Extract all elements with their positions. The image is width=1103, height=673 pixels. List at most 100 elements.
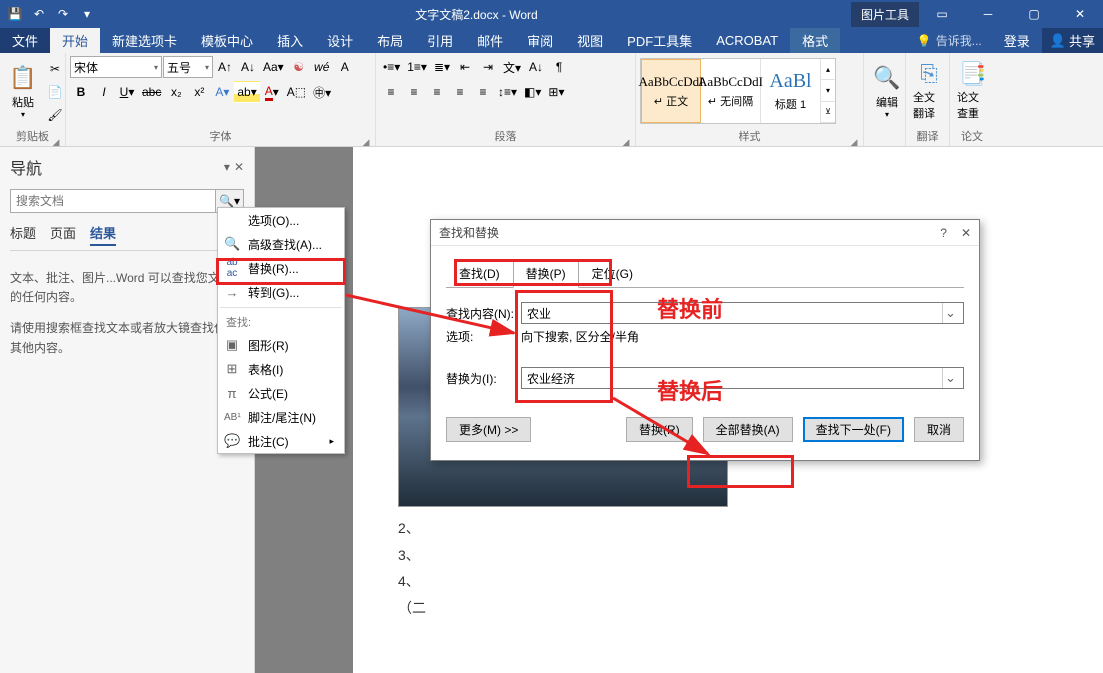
menu-options[interactable]: 选项(O)... xyxy=(218,208,344,232)
tab-home[interactable]: 开始 xyxy=(50,28,100,53)
tab-format[interactable]: 格式 xyxy=(790,28,840,53)
paper-check-button[interactable]: 📑论文查重 xyxy=(954,56,992,124)
clipboard-launcher[interactable]: ◢ xyxy=(51,135,61,145)
style-nospacing[interactable]: AaBbCcDdI↵ 无间隔 xyxy=(701,59,761,123)
numbering-button[interactable]: 1≡▾ xyxy=(404,56,430,78)
cut-button[interactable]: ✂ xyxy=(44,58,66,80)
translate-button[interactable]: ⎘全文翻译 xyxy=(910,56,948,124)
redo-button[interactable]: ↷ xyxy=(52,3,74,25)
distributed-button[interactable]: ≡ xyxy=(472,81,494,103)
dlg-tab-find[interactable]: 查找(D) xyxy=(446,259,513,288)
menu-find-tables[interactable]: ⊞表格(I) xyxy=(218,357,344,381)
highlight-button[interactable]: ab▾ xyxy=(234,81,259,103)
align-left-button[interactable]: ≡ xyxy=(380,81,402,103)
sort-button[interactable]: A↓ xyxy=(525,56,547,78)
asian-layout-button[interactable]: 文▾ xyxy=(500,56,524,78)
underline-button[interactable]: U▾ xyxy=(116,81,138,103)
find-next-button[interactable]: 查找下一处(F) xyxy=(803,417,904,442)
login-button[interactable]: 登录 xyxy=(992,28,1042,53)
format-painter-button[interactable]: 🖌 xyxy=(44,104,66,126)
dlg-tab-replace[interactable]: 替换(P) xyxy=(513,259,579,288)
nav-search-input[interactable] xyxy=(11,190,215,212)
menu-find-comments[interactable]: 💬批注(C)▸ xyxy=(218,429,344,453)
line-spacing-button[interactable]: ↕≡▾ xyxy=(495,81,520,103)
bold-button[interactable]: B xyxy=(70,81,92,103)
justify-button[interactable]: ≡ xyxy=(449,81,471,103)
share-button[interactable]: 👤共享 xyxy=(1042,28,1103,53)
indent-left-button[interactable]: ⇤ xyxy=(454,56,476,78)
nav-tab-headings[interactable]: 标题 xyxy=(10,223,36,246)
change-case-button[interactable]: Aa▾ xyxy=(260,56,287,78)
undo-button[interactable]: ↶ xyxy=(28,3,50,25)
char-border-button[interactable]: A xyxy=(334,56,356,78)
char-shading-button[interactable]: A⬚ xyxy=(284,81,309,103)
bullets-button[interactable]: •≡▾ xyxy=(380,56,403,78)
styles-launcher[interactable]: ◢ xyxy=(849,135,859,145)
tab-new[interactable]: 新建选项卡 xyxy=(100,28,189,53)
font-launcher[interactable]: ◢ xyxy=(361,135,371,145)
clear-format-button[interactable]: wé xyxy=(311,56,333,78)
tab-insert[interactable]: 插入 xyxy=(265,28,315,53)
strikethrough-button[interactable]: abc xyxy=(139,81,164,103)
tab-review[interactable]: 审阅 xyxy=(515,28,565,53)
multilevel-button[interactable]: ≣▾ xyxy=(431,56,453,78)
indent-right-button[interactable]: ⇥ xyxy=(477,56,499,78)
tab-view[interactable]: 视图 xyxy=(565,28,615,53)
style-more[interactable]: ⊻ xyxy=(821,102,835,123)
grow-font-button[interactable]: A↑ xyxy=(214,56,236,78)
italic-button[interactable]: I xyxy=(93,81,115,103)
tab-mailings[interactable]: 邮件 xyxy=(465,28,515,53)
dialog-close[interactable]: ✕ xyxy=(961,226,971,240)
align-center-button[interactable]: ≡ xyxy=(403,81,425,103)
tellme-search[interactable]: 💡告诉我... xyxy=(907,28,992,53)
copy-button[interactable]: 📄 xyxy=(44,81,66,103)
ribbon-options-button[interactable]: ▭ xyxy=(919,0,965,28)
font-name-combo[interactable]: 宋体▾ xyxy=(70,56,162,78)
more-button[interactable]: 更多(M) >> xyxy=(446,417,531,442)
nav-dropdown[interactable]: ▾ xyxy=(224,160,230,174)
font-color-button[interactable]: A▾ xyxy=(261,81,283,103)
style-scroll-down[interactable]: ▾ xyxy=(821,80,835,101)
borders-button[interactable]: ⊞▾ xyxy=(545,81,567,103)
paragraph-launcher[interactable]: ◢ xyxy=(621,135,631,145)
tab-pdf[interactable]: PDF工具集 xyxy=(615,28,704,53)
dlg-tab-goto[interactable]: 定位(G) xyxy=(579,259,646,288)
text-effects-button[interactable]: A▾ xyxy=(211,81,233,103)
tab-references[interactable]: 引用 xyxy=(415,28,465,53)
align-right-button[interactable]: ≡ xyxy=(426,81,448,103)
nav-tab-pages[interactable]: 页面 xyxy=(50,223,76,246)
minimize-button[interactable]: ─ xyxy=(965,0,1011,28)
replace-with-input[interactable]: 农业经济⌄ xyxy=(521,367,964,389)
shrink-font-button[interactable]: A↓ xyxy=(237,56,259,78)
menu-replace[interactable]: abac替换(R)... xyxy=(218,256,344,280)
nav-close[interactable]: ✕ xyxy=(234,160,244,174)
menu-advanced-find[interactable]: 🔍高级查找(A)... xyxy=(218,232,344,256)
paste-button[interactable]: 📋粘贴▾ xyxy=(4,56,42,124)
close-button[interactable]: ✕ xyxy=(1057,0,1103,28)
cancel-button[interactable]: 取消 xyxy=(914,417,964,442)
maximize-button[interactable]: ▢ xyxy=(1011,0,1057,28)
style-heading1[interactable]: AaBl标题 1 xyxy=(761,59,821,123)
save-button[interactable]: 💾 xyxy=(4,3,26,25)
superscript-button[interactable]: x² xyxy=(188,81,210,103)
tab-design[interactable]: 设计 xyxy=(315,28,365,53)
tab-layout[interactable]: 布局 xyxy=(365,28,415,53)
phonetic-guide-button[interactable]: ☯ xyxy=(288,56,310,78)
font-size-combo[interactable]: 五号▾ xyxy=(163,56,213,78)
replace-all-button[interactable]: 全部替换(A) xyxy=(703,417,793,442)
show-marks-button[interactable]: ¶ xyxy=(548,56,570,78)
editing-button[interactable]: 🔍编辑▾ xyxy=(868,56,906,124)
subscript-button[interactable]: x₂ xyxy=(165,81,187,103)
shading-button[interactable]: ◧▾ xyxy=(521,81,544,103)
menu-goto[interactable]: →转到(G)... xyxy=(218,280,344,304)
menu-find-graphics[interactable]: ▣图形(R) xyxy=(218,333,344,357)
dialog-help[interactable]: ? xyxy=(940,226,947,240)
menu-find-equations[interactable]: π公式(E) xyxy=(218,381,344,405)
find-what-input[interactable]: 农业⌄ xyxy=(521,302,964,324)
tab-acrobat[interactable]: ACROBAT xyxy=(704,28,790,53)
enclose-char-button[interactable]: ㊥▾ xyxy=(310,81,334,103)
style-normal[interactable]: AaBbCcDdI↵ 正文 xyxy=(641,59,701,123)
tab-templates[interactable]: 模板中心 xyxy=(189,28,265,53)
menu-find-footnotes[interactable]: AB¹脚注/尾注(N) xyxy=(218,405,344,429)
replace-button[interactable]: 替换(R) xyxy=(626,417,693,442)
